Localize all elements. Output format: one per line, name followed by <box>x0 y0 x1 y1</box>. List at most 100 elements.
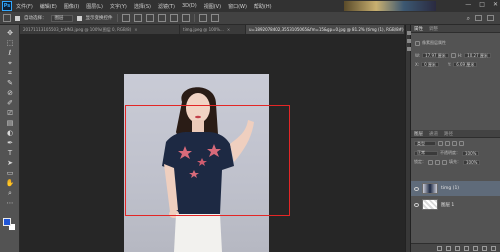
auto-select-dropdown[interactable]: 图层 <box>50 14 73 22</box>
brush-tool-icon[interactable]: ✐ <box>4 99 16 108</box>
align-bottom-icon[interactable] <box>181 14 190 22</box>
window-controls: — □ ✕ <box>465 1 498 8</box>
close-button[interactable]: ✕ <box>493 1 498 8</box>
menu-filter[interactable]: 滤镜(T) <box>158 3 175 10</box>
folder-icon[interactable] <box>473 245 478 251</box>
hand-tool-icon[interactable]: ✋ <box>4 179 16 188</box>
tab-document-3[interactable]: u=1892078402,3553105065&fm=15&gp=0.jpg @… <box>246 25 405 34</box>
opacity-field[interactable]: 100% <box>462 150 480 156</box>
right-panels: 属性 调整 像素图层属性 W: 17.97 厘米 H: 10.27 厘米 X: … <box>411 25 500 252</box>
minimize-button[interactable]: — <box>465 1 471 8</box>
tab-channels[interactable]: 通道 <box>429 131 438 137</box>
mask-icon[interactable] <box>455 245 460 251</box>
menu-help[interactable]: 帮助(H) <box>254 3 272 10</box>
more-tools-icon[interactable]: ⋯ <box>4 199 16 208</box>
lock-all-icon[interactable] <box>442 159 447 165</box>
width-field[interactable]: 17.97 厘米 <box>422 53 449 58</box>
x-field[interactable]: 0 厘米 <box>421 62 439 67</box>
lock-pixels-icon[interactable] <box>428 159 433 165</box>
search-icon[interactable]: ⌕ <box>467 15 470 23</box>
fill-field[interactable]: 100% <box>463 159 481 165</box>
menu-view[interactable]: 视图(V) <box>204 3 221 10</box>
eraser-tool-icon[interactable]: ▤ <box>4 119 16 128</box>
tools-panel: ✥ ⬚ ℓ ⌖ ⌗ ✎ ⊘ ✐ ⎚ ▤ ◐ ✒ T ➤ ▭ ✋ ⌕ ⋯ <box>0 25 20 252</box>
foreground-color-swatch[interactable] <box>3 218 11 226</box>
maximize-button[interactable]: □ <box>479 1 485 8</box>
blend-mode-dropdown[interactable]: 正常 <box>414 150 438 156</box>
pen-tool-icon[interactable]: ✒ <box>4 139 16 148</box>
menu-select[interactable]: 选择(S) <box>134 3 151 10</box>
align-center-icon[interactable] <box>133 14 142 22</box>
workspace-icon[interactable] <box>475 15 482 21</box>
menu-layer[interactable]: 图层(L) <box>86 3 103 10</box>
menu-file[interactable]: 文件(F) <box>16 3 33 10</box>
layer-filter-dropdown[interactable]: 类型 <box>414 141 436 146</box>
layer-row-layer-1[interactable]: 图层 1 <box>411 197 500 212</box>
fx-icon[interactable] <box>446 245 451 251</box>
type-tool-icon[interactable]: T <box>4 149 16 158</box>
path-select-tool-icon[interactable]: ➤ <box>4 159 16 168</box>
close-tab-icon[interactable]: × <box>227 27 230 32</box>
align-right-icon[interactable] <box>145 14 154 22</box>
divider <box>116 14 118 22</box>
menu-3d[interactable]: 3D(D) <box>182 3 197 9</box>
marquee-tool-icon[interactable]: ⬚ <box>4 39 16 48</box>
height-field[interactable]: 10.27 厘米 <box>464 53 491 58</box>
selection-marquee[interactable] <box>125 105 290 216</box>
align-left-icon[interactable] <box>121 14 130 22</box>
rectangle-tool-icon[interactable]: ▭ <box>4 169 16 178</box>
opacity-label: 不透明度： <box>440 150 460 155</box>
menu-image[interactable]: 图像(I) <box>64 3 79 10</box>
layer-row-timg[interactable]: timg (1) <box>411 181 500 196</box>
tab-paths[interactable]: 路径 <box>444 131 453 137</box>
distribute-icon[interactable] <box>198 14 207 22</box>
y-field[interactable]: 6.69 厘米 <box>453 62 478 67</box>
trash-icon[interactable] <box>491 245 496 251</box>
clone-stamp-tool-icon[interactable]: ⎚ <box>4 109 16 118</box>
tab-properties[interactable]: 属性 <box>414 26 423 32</box>
crop-tool-icon[interactable]: ⌗ <box>4 69 16 78</box>
tab-document-1[interactable]: 20171113105503_tnHN3.jpeg @ 100%(图层 0, R… <box>20 25 180 34</box>
show-transform-checkbox[interactable] <box>76 15 82 21</box>
menu-type[interactable]: 文字(Y) <box>110 3 127 10</box>
lasso-tool-icon[interactable]: ℓ <box>4 49 16 58</box>
h-label: H: <box>457 53 463 58</box>
layers-panel-header: 图层 通道 路径 <box>411 130 500 138</box>
filter-type-icon[interactable] <box>452 141 457 146</box>
tab-layers[interactable]: 图层 <box>414 131 423 137</box>
zoom-tool-icon[interactable]: ⌕ <box>4 189 16 198</box>
align-top-icon[interactable] <box>157 14 166 22</box>
menu-window[interactable]: 窗口(W) <box>228 3 247 10</box>
move-tool-icon[interactable] <box>3 14 11 22</box>
healing-brush-tool-icon[interactable]: ⊘ <box>4 89 16 98</box>
menu-edit[interactable]: 编辑(E) <box>40 3 57 10</box>
distribute-icon[interactable] <box>210 14 219 22</box>
quick-select-tool-icon[interactable]: ⌖ <box>4 59 16 68</box>
adjustment-icon[interactable] <box>464 245 469 251</box>
auto-select-checkbox[interactable] <box>15 15 20 21</box>
gradient-tool-icon[interactable]: ◐ <box>4 129 16 138</box>
filter-shape-icon[interactable] <box>459 141 464 146</box>
canvas-workspace[interactable] <box>20 34 405 252</box>
tab-document-2[interactable]: timg.jpeg @ 100%... × <box>180 25 246 34</box>
eyedropper-tool-icon[interactable]: ✎ <box>4 79 16 88</box>
y-label: Y: <box>447 62 452 67</box>
tab-adjustments[interactable]: 调整 <box>429 26 438 32</box>
close-tab-icon[interactable]: × <box>134 27 137 32</box>
layer-name: timg (1) <box>441 186 460 191</box>
new-layer-icon[interactable] <box>482 245 487 251</box>
layer-thumbnail <box>422 183 438 194</box>
align-middle-icon[interactable] <box>169 14 178 22</box>
link-icon[interactable] <box>450 53 456 58</box>
eye-icon[interactable] <box>414 186 419 191</box>
lock-position-icon[interactable] <box>435 159 440 165</box>
document-tabs: 20171113105503_tnHN3.jpeg @ 100%(图层 0, R… <box>20 25 405 34</box>
properties-title-row: 像素图层属性 <box>415 40 446 46</box>
filter-pixel-icon[interactable] <box>438 141 443 146</box>
link-layers-icon[interactable] <box>437 245 442 251</box>
move-tool-icon[interactable]: ✥ <box>4 29 16 38</box>
eye-icon[interactable] <box>414 202 419 207</box>
tab-label: 20171113105503_tnHN3.jpeg @ 100%(图层 0, R… <box>23 26 132 32</box>
share-icon[interactable] <box>487 15 494 21</box>
filter-adjust-icon[interactable] <box>445 141 450 146</box>
